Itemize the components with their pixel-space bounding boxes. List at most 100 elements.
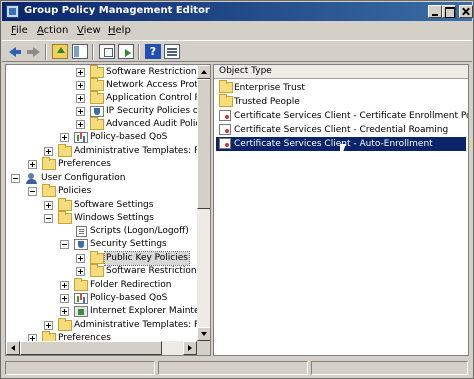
- tree-item-label: Public Key Policies: [104, 251, 190, 266]
- show-hide-tree-icon[interactable]: [72, 44, 88, 59]
- properties-icon[interactable]: [164, 44, 180, 59]
- maximize-button[interactable]: [442, 5, 456, 18]
- tree-item-label: IP Security Policies on A: [106, 106, 211, 116]
- collapse-minus-icon[interactable]: [44, 214, 53, 223]
- list-item-label: Certificate Services Client - Certificat…: [234, 111, 469, 121]
- expand-plus-icon[interactable]: [76, 81, 85, 90]
- list-item[interactable]: Certificate Services Client - Certificat…: [216, 109, 469, 123]
- tree-item[interactable]: Software Restriction Po: [6, 264, 210, 278]
- tree-item[interactable]: Preferences: [6, 157, 197, 171]
- forward-arrow-icon[interactable]: [25, 44, 41, 59]
- app-icon: [6, 5, 19, 18]
- back-arrow-icon[interactable]: [7, 44, 23, 59]
- expand-plus-icon[interactable]: [76, 120, 85, 129]
- tree-horizontal-scrollbar[interactable]: [6, 341, 197, 355]
- tree-item[interactable]: Security Settings: [6, 238, 197, 251]
- tree-item[interactable]: IP Security Policies on A: [6, 105, 210, 118]
- tree-item-label: Policy-based QoS: [90, 293, 168, 303]
- scroll-right-button[interactable]: [183, 341, 197, 355]
- tree-item[interactable]: Software Restriction Po: [6, 65, 210, 79]
- tree-item-label: User Configuration: [41, 173, 126, 183]
- list-item[interactable]: Certificate Services Client - Credential…: [216, 123, 466, 137]
- copy-icon[interactable]: [99, 44, 115, 59]
- expand-plus-icon[interactable]: [60, 133, 69, 142]
- menu-help[interactable]: Help: [108, 25, 131, 36]
- tree-item[interactable]: Policy-based QoS: [6, 292, 197, 305]
- close-button[interactable]: [459, 5, 473, 18]
- app-window: Group Policy Management Editor File Acti…: [0, 0, 474, 379]
- expand-plus-icon[interactable]: [44, 201, 53, 210]
- list-item[interactable]: Enterprise Trust: [216, 80, 466, 95]
- tree-item[interactable]: Administrative Templates: Polic: [6, 144, 210, 158]
- tree-vertical-scrollbar[interactable]: [197, 65, 210, 341]
- column-header-object-type[interactable]: Object Type: [214, 65, 468, 79]
- tree-item-label: Administrative Templates: Polic: [74, 320, 211, 330]
- horizontal-scroll-thumb[interactable]: [20, 341, 162, 355]
- expand-plus-icon[interactable]: [60, 307, 69, 316]
- tree-item[interactable]: Folder Redirection: [6, 278, 197, 292]
- console-tree[interactable]: Software Restriction Po Network Access P…: [5, 64, 211, 356]
- scroll-left-button[interactable]: [6, 341, 20, 355]
- tree-item[interactable]: Internet Explorer Maintena: [6, 305, 210, 318]
- list-item-label: Certificate Services Client - Credential…: [234, 125, 449, 135]
- expand-plus-icon[interactable]: [76, 267, 85, 276]
- list-item[interactable]: Trusted People: [216, 94, 466, 109]
- vertical-scroll-thumb[interactable]: [197, 79, 210, 209]
- expand-plus-icon[interactable]: [44, 147, 53, 156]
- scroll-up-button[interactable]: [197, 65, 210, 79]
- script-document-icon: [76, 226, 87, 237]
- tree-item[interactable]: Application Control Poli: [6, 91, 210, 105]
- collapse-minus-icon[interactable]: [28, 187, 37, 196]
- certificate-policy-icon: [219, 110, 231, 121]
- tree-item[interactable]: Policies: [6, 184, 197, 198]
- tree-item[interactable]: Software Settings: [6, 198, 197, 212]
- expand-plus-icon[interactable]: [76, 68, 85, 77]
- expand-plus-icon[interactable]: [76, 94, 85, 103]
- help-icon[interactable]: ?: [145, 44, 161, 59]
- toolbar-separator: [138, 44, 140, 60]
- menu-view[interactable]: View: [77, 25, 101, 36]
- expand-plus-icon[interactable]: [76, 107, 85, 116]
- tree-item-label: Preferences: [58, 159, 111, 169]
- tree-item-label: Advanced Audit Policy: [106, 119, 206, 129]
- collapse-minus-icon[interactable]: [11, 174, 20, 183]
- scroll-down-button[interactable]: [197, 327, 210, 341]
- chart-icon: [74, 293, 88, 304]
- folder-icon: [58, 144, 72, 157]
- expand-plus-icon[interactable]: [60, 281, 69, 290]
- expand-plus-icon[interactable]: [60, 294, 69, 303]
- tree-item[interactable]: Network Access Protect: [6, 78, 210, 92]
- tree-item[interactable]: Administrative Templates: Polic: [6, 318, 210, 332]
- tree-item-label: Application Control Poli: [106, 93, 211, 103]
- tree-item-label: Software Restriction Po: [106, 67, 211, 77]
- minimize-button[interactable]: [428, 5, 442, 18]
- tree-item-label: Network Access Protect: [106, 80, 211, 90]
- folder-icon: [58, 318, 72, 331]
- tree-item-label: Software Restriction Po: [106, 266, 211, 276]
- status-cell: [158, 361, 308, 375]
- expand-plus-icon[interactable]: [76, 254, 85, 263]
- export-list-icon[interactable]: [118, 44, 134, 59]
- toolbar: ?: [2, 40, 472, 62]
- folder-icon: [90, 251, 104, 264]
- up-folder-icon[interactable]: [52, 44, 68, 59]
- menu-file[interactable]: File: [11, 25, 28, 36]
- folder-icon: [90, 117, 104, 130]
- expand-plus-icon[interactable]: [44, 321, 53, 330]
- title-bar[interactable]: Group Policy Management Editor: [2, 2, 473, 21]
- tree-item[interactable]: User Configuration: [6, 172, 197, 185]
- tree-item[interactable]: Windows Settings: [6, 211, 197, 225]
- tree-item[interactable]: Policy-based QoS: [6, 131, 197, 144]
- folder-icon: [42, 157, 56, 170]
- menu-action[interactable]: Action: [37, 25, 68, 36]
- tree-item[interactable]: Advanced Audit Policy: [6, 117, 206, 131]
- tree-item[interactable]: Scripts (Logon/Logoff): [6, 225, 197, 238]
- ip-security-icon: [90, 106, 104, 117]
- collapse-minus-icon[interactable]: [60, 240, 69, 249]
- expand-plus-icon[interactable]: [28, 160, 37, 169]
- tree-item[interactable]: Public Key Policies: [6, 251, 197, 266]
- list-item-label: Enterprise Trust: [234, 83, 305, 93]
- details-pane[interactable]: Object Type Enterprise Trust Trusted Peo…: [213, 64, 469, 356]
- user-icon: [25, 173, 39, 184]
- menu-bar: File Action View Help: [2, 22, 472, 40]
